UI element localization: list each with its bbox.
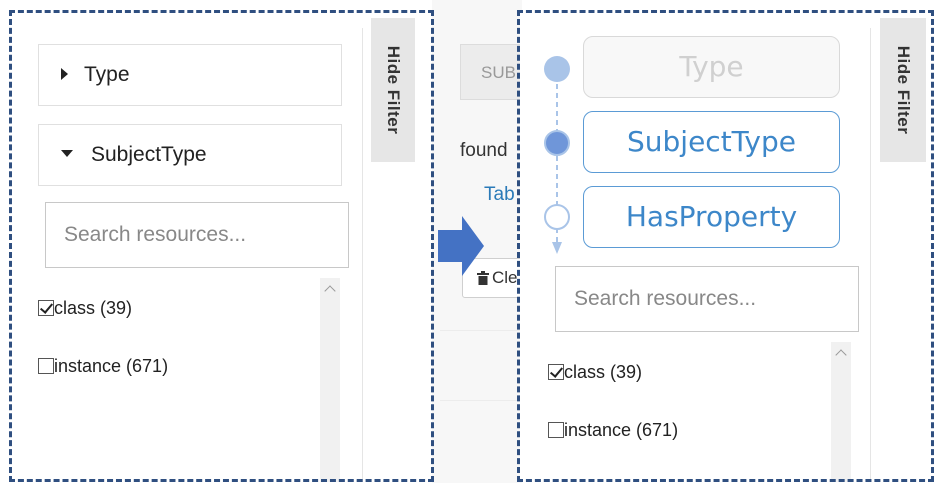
- hide-filter-label: Hide Filter: [894, 45, 913, 135]
- pill-hasproperty[interactable]: HasProperty: [583, 186, 840, 248]
- arrow-right-icon: [438, 216, 484, 276]
- search-input[interactable]: Search resources...: [45, 202, 349, 268]
- checkbox-checked[interactable]: [38, 300, 54, 316]
- hide-filter-label: Hide Filter: [384, 45, 403, 135]
- pill-type[interactable]: Type: [583, 36, 840, 98]
- option-label: instance (671): [54, 356, 169, 376]
- panel-divider: [362, 28, 363, 482]
- panel-divider: [870, 28, 871, 482]
- option-label: class (39): [54, 298, 133, 318]
- clear-button-label: Cle: [492, 268, 518, 287]
- option-instance[interactable]: instance (671): [38, 356, 168, 376]
- option-label: class (39): [564, 362, 643, 382]
- option-class[interactable]: class (39): [548, 362, 642, 382]
- checkbox-unchecked[interactable]: [38, 358, 54, 374]
- checkbox-unchecked[interactable]: [548, 422, 564, 438]
- filter-panel-before: Type SubjectType Search resources... cla…: [12, 12, 432, 482]
- scrollbar[interactable]: [320, 278, 340, 482]
- scrollbar[interactable]: [831, 342, 851, 482]
- pill-subjecttype[interactable]: SubjectType: [583, 111, 840, 173]
- found-text: found: [460, 140, 508, 161]
- filter-group-type[interactable]: Type: [38, 44, 342, 106]
- search-input[interactable]: Search resources...: [555, 266, 859, 332]
- hierarchy-node-hasproperty: [544, 204, 570, 230]
- option-instance[interactable]: instance (671): [548, 420, 678, 440]
- filter-panel-after: Type SubjectType HasProperty Search reso…: [520, 12, 934, 482]
- hide-filter-button[interactable]: Hide Filter: [371, 18, 415, 162]
- filter-group-label: Type: [84, 63, 130, 86]
- option-label: instance (671): [564, 420, 679, 440]
- filter-group-label: SubjectType: [91, 143, 207, 166]
- chevron-up-icon[interactable]: [835, 349, 847, 361]
- divider: [440, 400, 520, 401]
- table-link[interactable]: Tab: [484, 184, 515, 206]
- filter-group-subjecttype[interactable]: SubjectType: [38, 124, 342, 186]
- chevron-up-icon[interactable]: [324, 285, 336, 297]
- hierarchy-node-subjecttype: [544, 130, 570, 156]
- hierarchy-node-type: [544, 56, 570, 82]
- divider: [440, 330, 520, 331]
- checkbox-checked[interactable]: [548, 364, 564, 380]
- triangle-down-icon: [61, 150, 73, 158]
- hide-filter-button[interactable]: Hide Filter: [880, 18, 926, 162]
- triangle-right-icon: [61, 67, 68, 80]
- option-class[interactable]: class (39): [38, 298, 132, 318]
- hierarchy-connector: [552, 66, 562, 254]
